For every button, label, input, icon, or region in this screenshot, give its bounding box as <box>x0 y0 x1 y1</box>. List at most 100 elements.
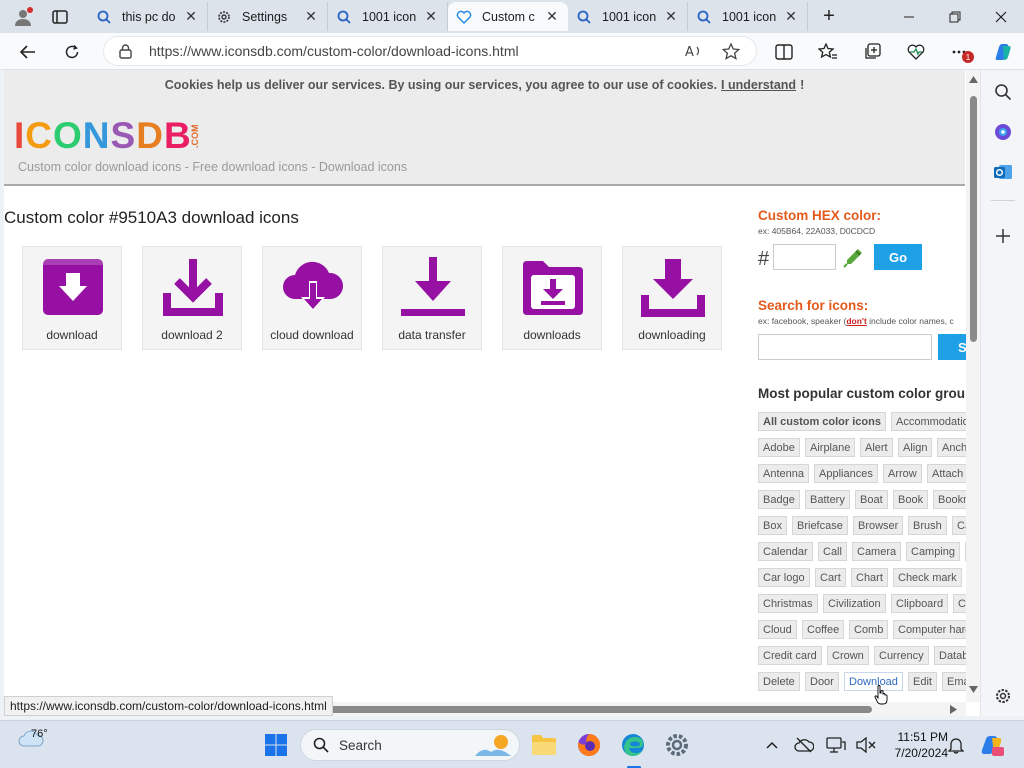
tab-custom-color[interactable]: Custom c ✕ <box>448 2 568 31</box>
weather-widget[interactable]: 76° <box>18 728 48 754</box>
tag-chart[interactable]: Chart <box>851 568 888 587</box>
system-clock[interactable]: 11:51 PM 7/20/2024 <box>884 729 948 761</box>
tag-christmas[interactable]: Christmas <box>758 594 818 613</box>
tag-accommodatio[interactable]: Accommodatio <box>891 412 968 431</box>
collections-icon[interactable] <box>857 37 887 67</box>
tag-civilization[interactable]: Civilization <box>823 594 886 613</box>
tag-email[interactable]: Email <box>942 672 968 691</box>
lock-icon[interactable] <box>119 44 132 64</box>
restore-button[interactable] <box>932 0 978 33</box>
windows-start-icon[interactable] <box>262 731 290 759</box>
go-button[interactable]: Go <box>874 244 922 270</box>
icon-card-data-transfer[interactable]: data transfer <box>382 246 482 350</box>
tag-check-mark[interactable]: Check mark <box>893 568 962 587</box>
volume-muted-icon[interactable] <box>852 731 880 759</box>
tab-1001-icons-c[interactable]: 1001 icon ✕ <box>688 2 808 31</box>
tab-this-pc[interactable]: this pc do ✕ <box>88 2 208 31</box>
tab-settings[interactable]: Settings ✕ <box>208 2 328 31</box>
tag-browser[interactable]: Browser <box>853 516 904 535</box>
favorite-star-icon[interactable] <box>721 42 741 65</box>
favorites-icon[interactable] <box>813 37 843 67</box>
tag-credit-card[interactable]: Credit card <box>758 646 822 665</box>
tab-1001-icons-b[interactable]: 1001 icon ✕ <box>568 2 688 31</box>
tag-all-custom-color-icons[interactable]: All custom color icons <box>758 412 886 431</box>
tag-badge[interactable]: Badge <box>758 490 800 509</box>
read-aloud-icon[interactable]: A <box>685 43 703 64</box>
tag-car-logo[interactable]: Car logo <box>758 568 810 587</box>
close-window-button[interactable] <box>978 0 1024 33</box>
vertical-scroll-thumb[interactable] <box>970 96 977 342</box>
tab-close-icon[interactable]: ✕ <box>423 8 439 25</box>
tag-antenna[interactable]: Antenna <box>758 464 809 483</box>
back-arrow-icon[interactable] <box>13 37 43 67</box>
settings-app-icon[interactable] <box>663 731 691 759</box>
icon-card-cloud-download[interactable]: cloud download <box>262 246 362 350</box>
show-hidden-icons-chevron-icon[interactable] <box>758 731 786 759</box>
scroll-up-arrow-icon[interactable] <box>969 76 978 83</box>
tag-comb[interactable]: Comb <box>849 620 889 639</box>
tag-battery[interactable]: Battery <box>805 490 850 509</box>
edge-browser-icon[interactable] <box>619 731 647 768</box>
tag-camping[interactable]: Camping <box>906 542 961 561</box>
sidebar-settings-gear-icon[interactable] <box>991 684 1015 708</box>
hex-color-input[interactable] <box>773 244 836 270</box>
tab-close-icon[interactable]: ✕ <box>663 8 679 25</box>
tab-close-icon[interactable]: ✕ <box>783 8 799 25</box>
tag-align[interactable]: Align <box>898 438 933 457</box>
tag-computer-hard[interactable]: Computer hard <box>893 620 968 639</box>
tab-actions-icon[interactable] <box>45 2 75 32</box>
copilot-icon[interactable] <box>988 37 1018 67</box>
tag-cloud[interactable]: Cloud <box>758 620 797 639</box>
color-picker-icon[interactable] <box>842 247 864 274</box>
tag-briefcase[interactable]: Briefcase <box>792 516 848 535</box>
tag-box[interactable]: Box <box>758 516 787 535</box>
tag-bookma[interactable]: Bookma <box>933 490 968 509</box>
vertical-scrollbar[interactable] <box>966 70 980 702</box>
tag-cart[interactable]: Cart <box>815 568 846 587</box>
tag-edit[interactable]: Edit <box>908 672 937 691</box>
tag-databa[interactable]: Databa <box>934 646 968 665</box>
tag-airplane[interactable]: Airplane <box>805 438 856 457</box>
taskbar-search-box[interactable]: Search <box>300 729 520 761</box>
tag-call[interactable]: Call <box>818 542 847 561</box>
tab-1001-icons-a[interactable]: 1001 icon ✕ <box>328 2 448 31</box>
tab-close-icon[interactable]: ✕ <box>183 8 199 25</box>
tag-brush[interactable]: Brush <box>908 516 947 535</box>
tag-boat[interactable]: Boat <box>855 490 888 509</box>
tab-close-icon[interactable]: ✕ <box>303 8 319 25</box>
sidebar-search-icon[interactable] <box>991 80 1015 104</box>
tag-arrow[interactable]: Arrow <box>883 464 922 483</box>
tag-delete[interactable]: Delete <box>758 672 800 691</box>
refresh-icon[interactable] <box>57 37 87 67</box>
tab-close-icon[interactable]: ✕ <box>544 8 560 25</box>
tag-clipboard[interactable]: Clipboard <box>891 594 949 613</box>
network-display-icon[interactable] <box>822 731 850 759</box>
tag-coffee[interactable]: Coffee <box>802 620 845 639</box>
search-button[interactable]: S <box>938 334 968 360</box>
address-bar[interactable]: https://www.iconsdb.com/custom-color/dow… <box>103 36 757 66</box>
tag-door[interactable]: Door <box>805 672 839 691</box>
cookie-accept-link[interactable]: I understand <box>721 78 796 92</box>
minimize-button[interactable] <box>886 0 932 33</box>
new-tab-button[interactable]: + <box>806 0 852 33</box>
tag-ancho[interactable]: Ancho <box>937 438 968 457</box>
icon-card-download-2[interactable]: download 2 <box>142 246 242 350</box>
split-screen-icon[interactable] <box>769 37 799 67</box>
scroll-down-arrow-icon[interactable] <box>969 686 978 693</box>
notification-bell-icon[interactable] <box>942 731 970 759</box>
outlook-icon[interactable] <box>991 160 1015 184</box>
cloud-offline-icon[interactable] <box>790 731 818 759</box>
copilot-sidebar-icon[interactable] <box>991 120 1015 144</box>
icon-card-downloading[interactable]: downloading <box>622 246 722 350</box>
more-options-icon[interactable]: 1 <box>945 37 975 67</box>
tag-calendar[interactable]: Calendar <box>758 542 813 561</box>
firefox-icon[interactable] <box>575 731 603 759</box>
icon-search-input[interactable] <box>758 334 932 360</box>
tag-crown[interactable]: Crown <box>827 646 869 665</box>
icon-card-downloads[interactable]: downloads <box>502 246 602 350</box>
icon-card-download[interactable]: download <box>22 246 122 350</box>
tag-book[interactable]: Book <box>893 490 929 509</box>
tag-currency[interactable]: Currency <box>874 646 929 665</box>
copilot-taskbar-icon[interactable] <box>978 731 1006 759</box>
tag-alert[interactable]: Alert <box>860 438 893 457</box>
